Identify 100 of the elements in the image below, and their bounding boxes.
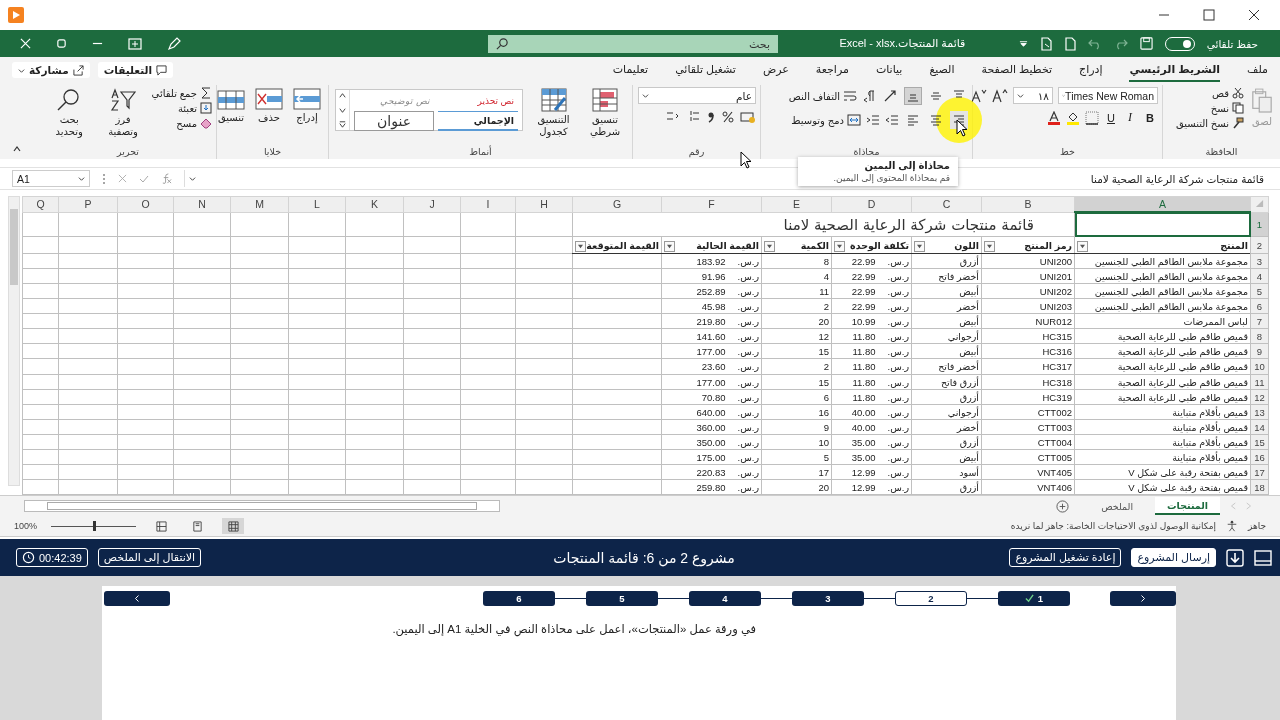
caret-icon[interactable]: [1018, 39, 1028, 48]
column-header[interactable]: I: [460, 196, 516, 212]
currency-icon[interactable]: [740, 110, 756, 124]
column-header[interactable]: P: [58, 196, 118, 212]
merge-center-button[interactable]: دمج وتوسيط: [791, 113, 861, 127]
cell-style[interactable]: الإجمالي: [438, 111, 518, 131]
filter-button[interactable]: [664, 240, 675, 252]
underline-button[interactable]: U: [1104, 111, 1118, 124]
cell-style[interactable]: نص توضيحي: [354, 92, 434, 110]
cell-style[interactable]: عنوان: [354, 111, 434, 131]
filter-button[interactable]: [914, 240, 925, 252]
sheet-tab[interactable]: المنتجات: [1155, 497, 1220, 515]
column-header[interactable]: L: [288, 196, 346, 212]
column-header[interactable]: M: [230, 196, 289, 212]
download-icon[interactable]: [1226, 548, 1244, 567]
column-header[interactable]: O: [117, 196, 174, 212]
increase-indent-icon[interactable]: [866, 113, 880, 127]
add-sheet-icon[interactable]: [1056, 499, 1070, 513]
column-header[interactable]: H: [515, 196, 573, 212]
column-header[interactable]: Q: [22, 196, 59, 212]
ribbon-tab[interactable]: تخطيط الصفحة: [981, 58, 1053, 82]
borders-icon[interactable]: [1085, 110, 1099, 125]
column-header[interactable]: D: [831, 196, 912, 212]
number-format-field[interactable]: عام: [638, 87, 756, 104]
sheet-tab[interactable]: الملخص: [1089, 497, 1146, 515]
column-header[interactable]: E: [761, 196, 832, 212]
accessibility-icon[interactable]: [1225, 520, 1238, 532]
submit-project-button[interactable]: إرسال المشروع: [1131, 548, 1216, 567]
accessibility-status[interactable]: إمكانية الوصول لذوي الاحتياجات الخاصة: جاهز لما نريده: [1010, 521, 1216, 531]
percent-icon[interactable]: [721, 110, 735, 124]
vertical-scrollbar[interactable]: [8, 196, 20, 486]
step-button[interactable]: 5: [586, 591, 658, 606]
name-box[interactable]: A1: [12, 170, 90, 187]
zoom-level[interactable]: 100%: [14, 521, 38, 531]
bottom-align-button[interactable]: [904, 87, 922, 105]
italic-button[interactable]: I: [1123, 110, 1137, 125]
conditional-formatting-button[interactable]: تنسيق شرطي: [582, 87, 628, 138]
save-icon[interactable]: [1139, 37, 1153, 50]
panel-icon[interactable]: [1254, 548, 1272, 567]
collapse-ribbon-icon[interactable]: [12, 144, 22, 154]
restore-icon[interactable]: [56, 38, 67, 49]
cell-styles-gallery[interactable]: نص تحذير نص توضيحي الإجمالي عنوان: [335, 89, 523, 131]
scroll-up-icon[interactable]: [338, 91, 347, 100]
close-icon[interactable]: [1248, 9, 1260, 21]
fill-color-icon[interactable]: [1066, 110, 1080, 125]
maximize-icon[interactable]: [1203, 9, 1215, 21]
step-button[interactable]: 4: [689, 591, 761, 606]
step-button[interactable]: 1: [998, 591, 1070, 606]
new-file-icon[interactable]: [1063, 36, 1076, 51]
format-cells-button[interactable]: تنسيق: [214, 87, 248, 125]
font-name-field[interactable]: Times New Roman: [1058, 87, 1158, 104]
step-button[interactable]: 6: [483, 591, 555, 606]
filter-button[interactable]: [1077, 240, 1088, 252]
filter-button[interactable]: [834, 240, 845, 252]
column-header[interactable]: A: [1074, 196, 1251, 212]
copy-button[interactable]: نسخ: [1175, 102, 1244, 114]
clear-button[interactable]: مسح: [151, 117, 212, 129]
ribbon-tab[interactable]: بيانات: [875, 58, 903, 82]
horizontal-scrollbar[interactable]: [24, 500, 500, 512]
decrease-indent-icon[interactable]: [885, 113, 899, 127]
step-button[interactable]: 3: [792, 591, 864, 606]
format-painter-button[interactable]: نسخ التنسيق: [1175, 117, 1244, 129]
insert-function-icon[interactable]: [161, 173, 172, 184]
ribbon-tab[interactable]: تشغيل تلقائي: [675, 58, 736, 82]
go-to-summary-button[interactable]: الانتقال إلى الملخص: [97, 548, 202, 567]
ribbon-tab[interactable]: إدراج: [1079, 58, 1103, 82]
ribbon-tab[interactable]: عرض: [762, 58, 789, 82]
ribbon-tab[interactable]: الصيغ: [929, 58, 955, 82]
autosum-button[interactable]: جمع تلقائي: [151, 87, 212, 99]
column-header[interactable]: N: [173, 196, 231, 212]
filter-button[interactable]: [984, 240, 995, 252]
column-header[interactable]: B: [981, 196, 1075, 212]
column-header[interactable]: J: [403, 196, 461, 212]
bold-button[interactable]: B: [1142, 111, 1158, 124]
undo-icon[interactable]: [1087, 37, 1102, 50]
step-button[interactable]: 2: [895, 591, 967, 606]
restart-project-button[interactable]: إعادة تشغيل المشروع: [1009, 548, 1122, 567]
comments-button[interactable]: التعليقات: [97, 62, 174, 78]
sort-filter-button[interactable]: فرز وتصفية: [98, 87, 148, 138]
column-header[interactable]: C: [911, 196, 982, 212]
delete-cells-button[interactable]: حذف: [252, 87, 286, 125]
ribbon-tab[interactable]: ملف: [1247, 58, 1268, 82]
font-size-field[interactable]: ١٨: [1013, 87, 1053, 104]
comma-style-icon[interactable]: [706, 110, 716, 124]
wrap-text-button[interactable]: التفاف النص: [788, 89, 857, 103]
grow-font-icon[interactable]: [992, 88, 1008, 103]
cell-style[interactable]: نص تحذير: [438, 92, 518, 110]
ribbon-tab[interactable]: مراجعة: [815, 58, 849, 82]
column-header[interactable]: G: [572, 196, 662, 212]
normal-view-button[interactable]: [222, 518, 245, 534]
search-field[interactable]: بحث: [488, 34, 778, 53]
find-select-button[interactable]: بحث وتحديد: [44, 87, 95, 138]
pen-icon[interactable]: [167, 36, 181, 51]
share-button[interactable]: مشاركة: [12, 62, 90, 78]
more-icon[interactable]: [338, 120, 347, 129]
column-header[interactable]: K: [345, 196, 404, 212]
filter-button[interactable]: [764, 240, 775, 252]
zoom-slider[interactable]: [51, 521, 137, 531]
document-icon[interactable]: [1039, 36, 1052, 51]
text-orientation-icon[interactable]: [883, 89, 899, 103]
